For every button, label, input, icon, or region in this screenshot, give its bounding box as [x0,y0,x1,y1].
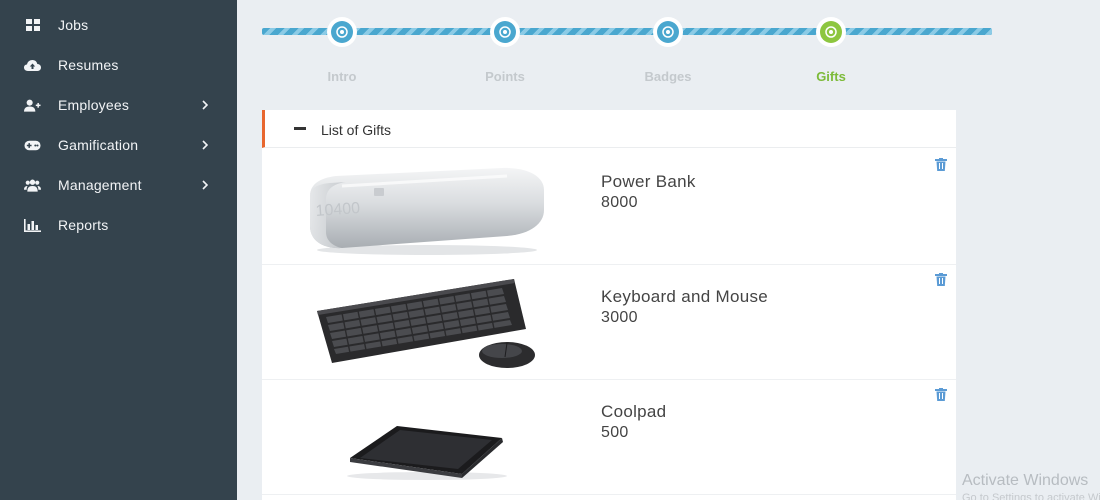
keyboard-mouse-image [317,279,535,368]
svg-text:10400: 10400 [315,200,361,220]
collapse-icon[interactable] [294,127,306,130]
sidebar-item-management[interactable]: Management [0,165,237,205]
sidebar-item-employees[interactable]: Employees [0,85,237,125]
step-dot-icon [336,26,348,38]
step-label-gifts[interactable]: Gifts [781,69,881,84]
sidebar: Jobs Resumes Employees Gamification Mana… [0,0,237,500]
users-icon [24,178,41,192]
sidebar-item-label: Jobs [58,17,89,33]
gamepad-icon [24,138,41,152]
step-circle [820,21,842,43]
step-circle [331,21,353,43]
step-gifts-marker[interactable] [816,17,846,47]
step-label-badges[interactable]: Badges [618,69,718,84]
step-label-intro[interactable]: Intro [292,69,392,84]
step-points-marker[interactable] [490,17,520,47]
sidebar-item-reports[interactable]: Reports [0,205,237,245]
step-badges-marker[interactable] [653,17,683,47]
gift-name: Coolpad [601,402,667,421]
coolpad-image [347,426,507,480]
sidebar-item-label: Resumes [58,57,119,73]
cloud-upload-icon [24,58,41,72]
gift-name: Keyboard and Mouse [601,287,769,306]
gift-points: 8000 [601,194,638,211]
activation-watermark-sub: Go to Settings to activate Windows. [962,492,1100,500]
chevron-right-icon [200,180,210,190]
step-circle [494,21,516,43]
power-bank-image: 10400 [310,167,544,255]
gift-name: Power Bank [601,172,696,191]
panel-title: List of Gifts [321,122,392,138]
step-circle [657,21,679,43]
step-dot-icon [499,26,511,38]
gift-points: 500 [601,424,629,441]
grid-icon [24,18,41,32]
chevron-right-icon [200,140,210,150]
gift-row: 10400 Power Bank 8000 [262,150,956,265]
stepper-track [262,28,992,35]
panel-header: List of Gifts [262,110,956,148]
sidebar-item-jobs[interactable]: Jobs [0,5,237,45]
activation-watermark: Activate Windows [962,472,1089,489]
gifts-panel: List of Gifts 10400 Power Bank 8000 Keyb… [262,110,956,500]
sidebar-item-gamification[interactable]: Gamification [0,125,237,165]
step-dot-icon [662,26,674,38]
trash-icon[interactable] [935,388,947,401]
step-label-points[interactable]: Points [455,69,555,84]
step-dot-icon [825,26,837,38]
chevron-right-icon [200,100,210,110]
trash-icon[interactable] [935,158,947,171]
sidebar-item-label: Management [58,177,142,193]
wizard-stepper: Intro Points Badges Gifts [262,14,992,84]
step-intro-marker[interactable] [327,17,357,47]
gift-row: Coolpad 500 [262,380,956,495]
sidebar-item-resumes[interactable]: Resumes [0,45,237,85]
sidebar-item-label: Gamification [58,137,139,153]
gift-points: 3000 [601,309,638,326]
bar-chart-icon [24,218,41,232]
user-plus-icon [24,98,41,112]
sidebar-item-label: Reports [58,217,109,233]
gift-row: Keyboard and Mouse 3000 [262,265,956,380]
sidebar-item-label: Employees [58,97,130,113]
trash-icon[interactable] [935,273,947,286]
